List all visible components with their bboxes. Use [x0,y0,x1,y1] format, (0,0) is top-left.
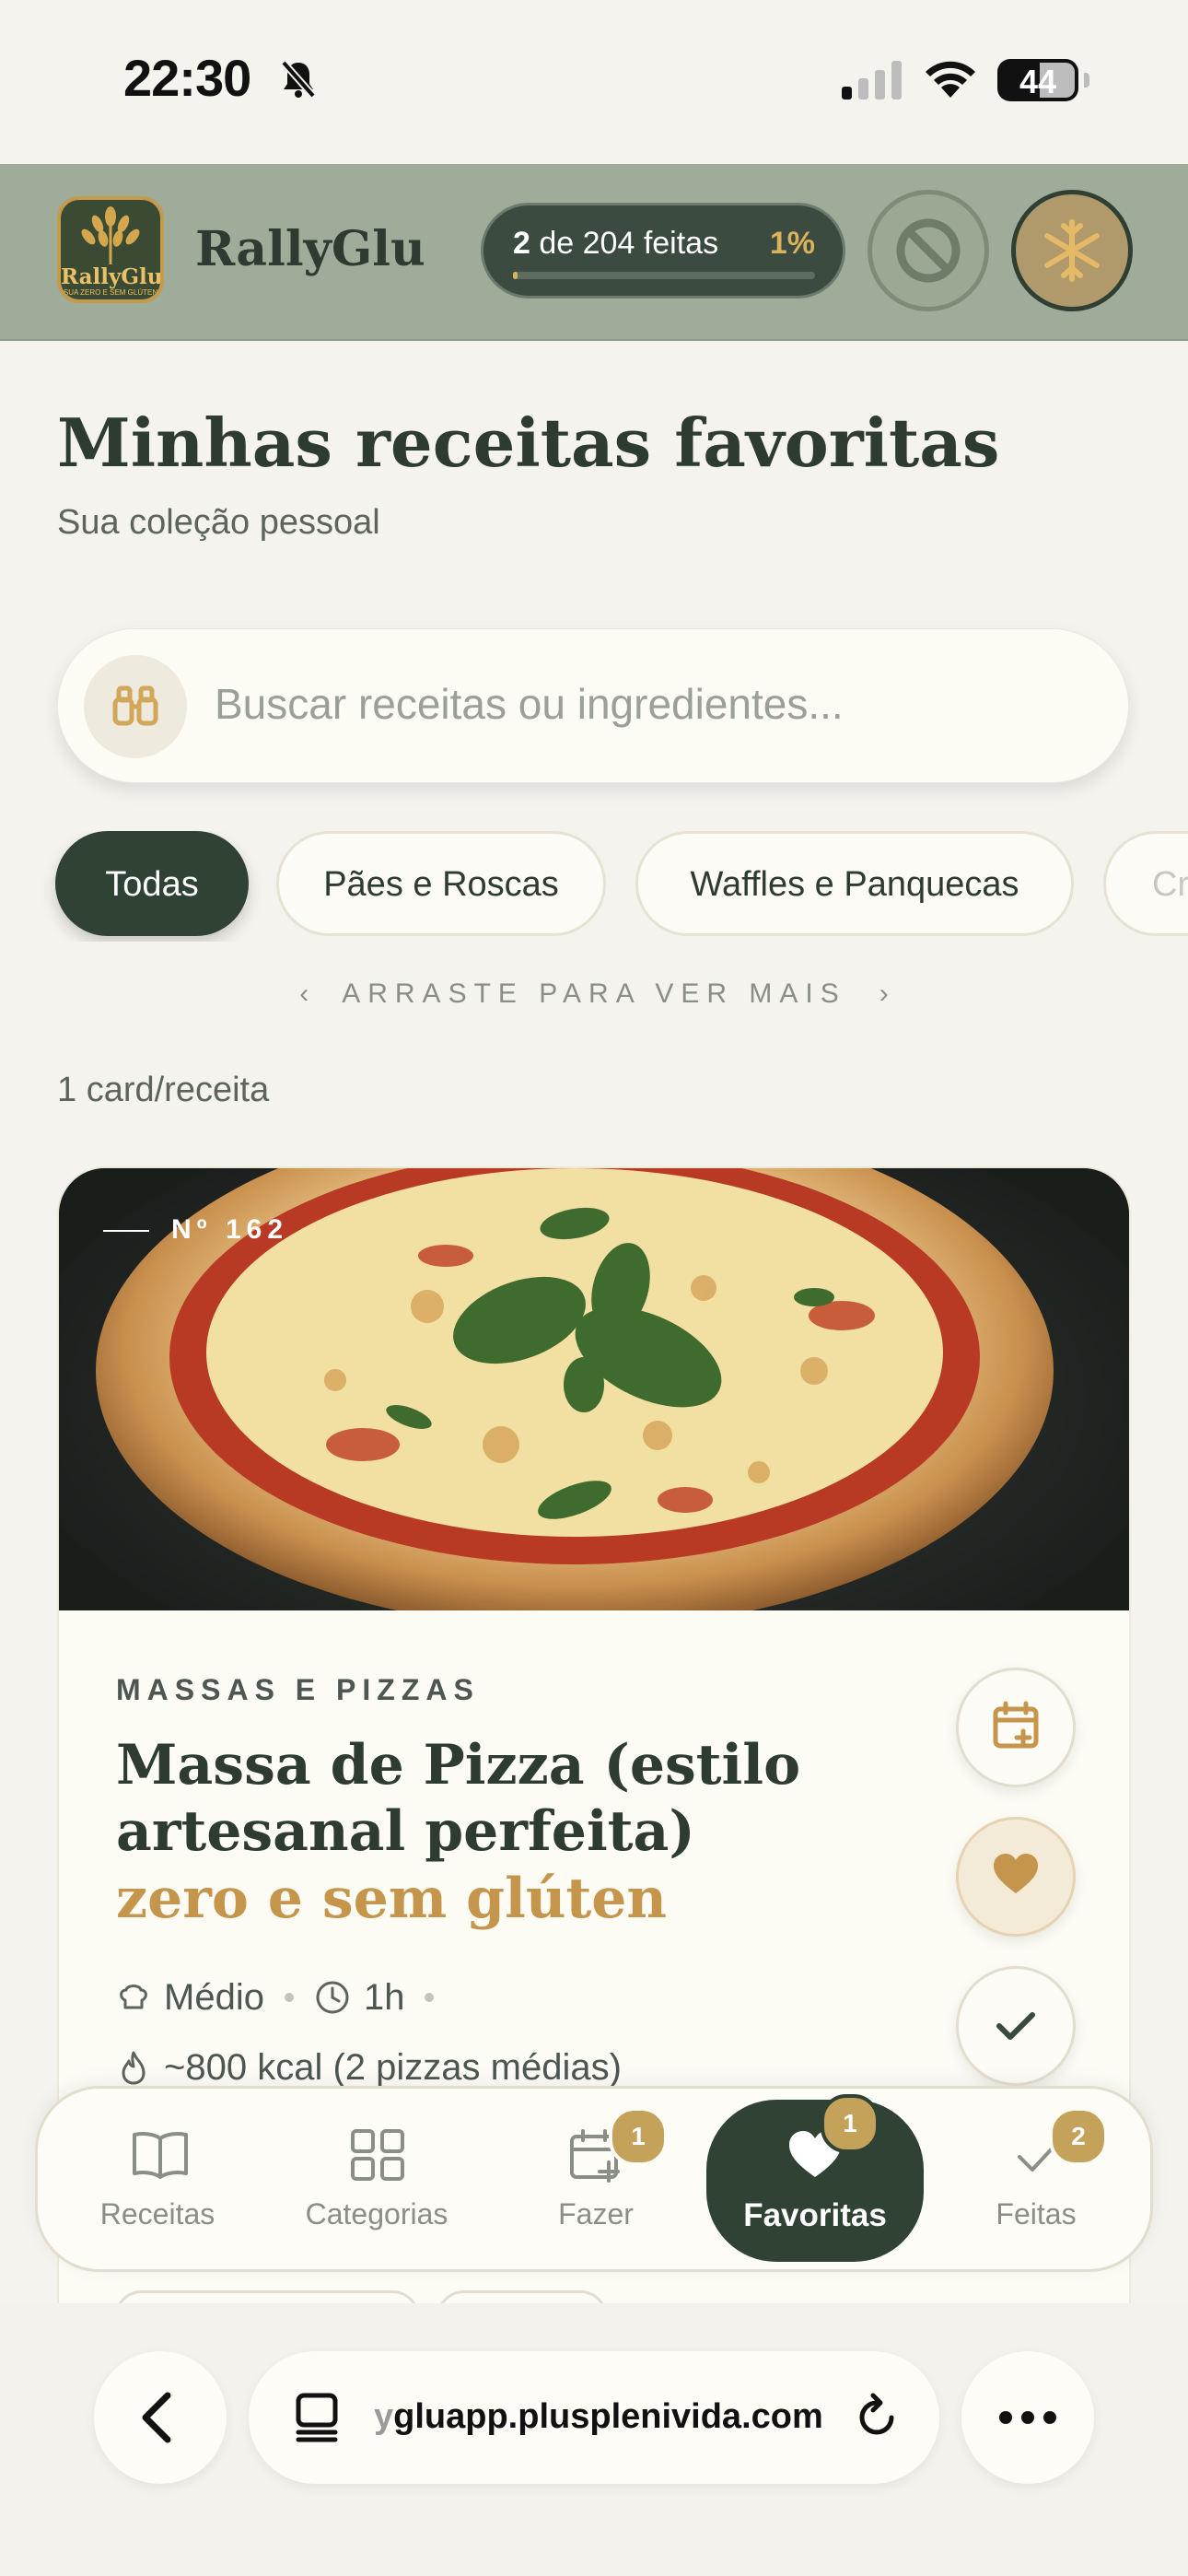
nav-feitas[interactable]: Feitas 2 [944,2089,1128,2269]
nav-label: Favoritas [743,2197,887,2233]
block-icon [896,218,961,283]
nav-badge-favoritas: 1 [821,2094,879,2153]
recipe-calories-row: ~800 kcal (2 pizzas médias) [116,2045,622,2089]
progress-track [513,272,815,279]
view-mode-toggle[interactable]: 1 card/receita [57,1071,269,1110]
chevron-left-icon [142,2392,171,2443]
signal-icon [842,61,902,100]
chef-hat-icon [120,1985,147,2009]
search-placeholder: Buscar receitas ou ingredientes... [215,680,844,728]
page-subtitle: Sua coleção pessoal [57,503,380,542]
recipe-number-text: Nº 162 [171,1214,289,1245]
app-logo[interactable]: RallyGlu SUA ZERO E SEM GLÚTEN [57,196,164,303]
snowflake-icon [1044,219,1100,282]
bell-muted-icon [281,60,316,99]
battery-indicator: 44 [997,59,1089,101]
app-brand: RallyGlu [195,221,425,277]
reload-icon[interactable] [849,2390,904,2445]
recipe-time: 1h [363,1976,405,2018]
progress-pill[interactable]: 2 de 204 feitas 1% [481,203,845,299]
schedule-button[interactable] [956,1668,1076,1787]
bottom-nav: Receitas Categorias Fazer 1 Favoritas 1 [35,2086,1153,2272]
search-bar[interactable]: Buscar receitas ou ingredientes... [57,628,1129,783]
url-main: gluapp.plusplenivida.com [393,2397,823,2436]
wheat-icon [81,206,140,264]
mark-done-button[interactable] [956,1966,1076,2086]
binoculars-icon [112,685,158,726]
progress-percent: 1% [769,226,815,261]
nav-badge-fazer: 1 [609,2107,668,2166]
browser-toolbar: ygluapp.plusplenivida.com [0,2303,1188,2576]
wifi-icon [926,61,975,98]
favorite-button[interactable] [956,1817,1076,1937]
app-header: RallyGlu SUA ZERO E SEM GLÚTEN RallyGlu … [0,164,1188,341]
url-faded: y [374,2397,394,2436]
nav-label: Receitas [99,2197,215,2231]
search-icon-wrap [84,655,187,758]
check-icon [996,2012,1035,2040]
url-text: ygluapp.plusplenivida.com [374,2397,823,2437]
chevron-left-icon: ‹ [299,978,309,1009]
page-tabs-icon [296,2393,338,2442]
nav-categorias[interactable]: Categorias [285,2089,469,2269]
browser-more-button[interactable] [961,2351,1094,2484]
logo-text: RallyGlu [61,264,163,289]
nav-label: Categorias [305,2197,448,2231]
progress-total: de 204 feitas [539,226,719,261]
page-title: Minhas receitas favoritas [57,404,1000,482]
recipe-title[interactable]: Massa de Pizza (estilo artesanal perfeit… [116,1732,816,1865]
heart-icon [994,1854,1038,1893]
battery-level: 44 [1019,63,1057,100]
nav-receitas[interactable]: Receitas [65,2089,250,2269]
recipe-calories: ~800 kcal (2 pizzas médias) [164,2046,622,2088]
progress-label: 2 de 204 feitas [513,226,718,262]
recipe-title-highlight: zero e sem glúten [116,1867,668,1931]
chevron-right-icon: › [879,978,889,1009]
drag-hint: ‹ ARRASTE PARA VER MAIS › [0,978,1188,1010]
nav-fazer[interactable]: Fazer 1 [504,2089,688,2269]
recipe-category: MASSAS E PIZZAS [116,1673,480,1706]
logo-subtext: SUA ZERO E SEM GLÚTEN [63,288,158,297]
flame-icon [122,2051,146,2085]
freezer-button[interactable] [1011,190,1133,311]
chip-paes-e-roscas[interactable]: Pães e Roscas [276,831,606,936]
recipe-meta: Médio 1h [116,1975,454,2019]
chip-todas[interactable]: Todas [55,831,249,936]
grid-icon [351,2129,404,2181]
book-icon [133,2132,188,2179]
chip-waffles-e-panquecas[interactable]: Waffles e Panquecas [635,831,1074,936]
calendar-add-icon [993,1701,1039,1749]
recipe-number: Nº 162 [103,1214,288,1246]
address-bar[interactable]: ygluapp.plusplenivida.com [249,2351,939,2484]
progress-done: 2 [513,226,530,261]
status-bar: 22:30 44 [0,0,1188,164]
recipe-photo: Nº 162 [59,1168,1129,1610]
status-time: 22:30 [123,49,251,107]
nav-label: Fazer [558,2197,634,2231]
category-chips: Todas Pães e Roscas Waffles e Panquecas … [0,831,1188,942]
drag-hint-text: ARRASTE PARA VER MAIS [342,978,846,1009]
gluten-filter-button[interactable] [868,190,989,311]
nav-favoritas[interactable]: Favoritas 1 [706,2094,924,2262]
recipe-difficulty: Médio [164,1976,264,2018]
browser-back-button[interactable] [94,2351,227,2484]
nav-badge-feitas: 2 [1049,2107,1108,2166]
progress-fill [513,272,518,279]
chip-partial[interactable]: Cr [1103,831,1188,936]
clock-icon [316,1981,349,2014]
nav-label: Feitas [996,2197,1077,2231]
more-icon [999,2411,1056,2424]
